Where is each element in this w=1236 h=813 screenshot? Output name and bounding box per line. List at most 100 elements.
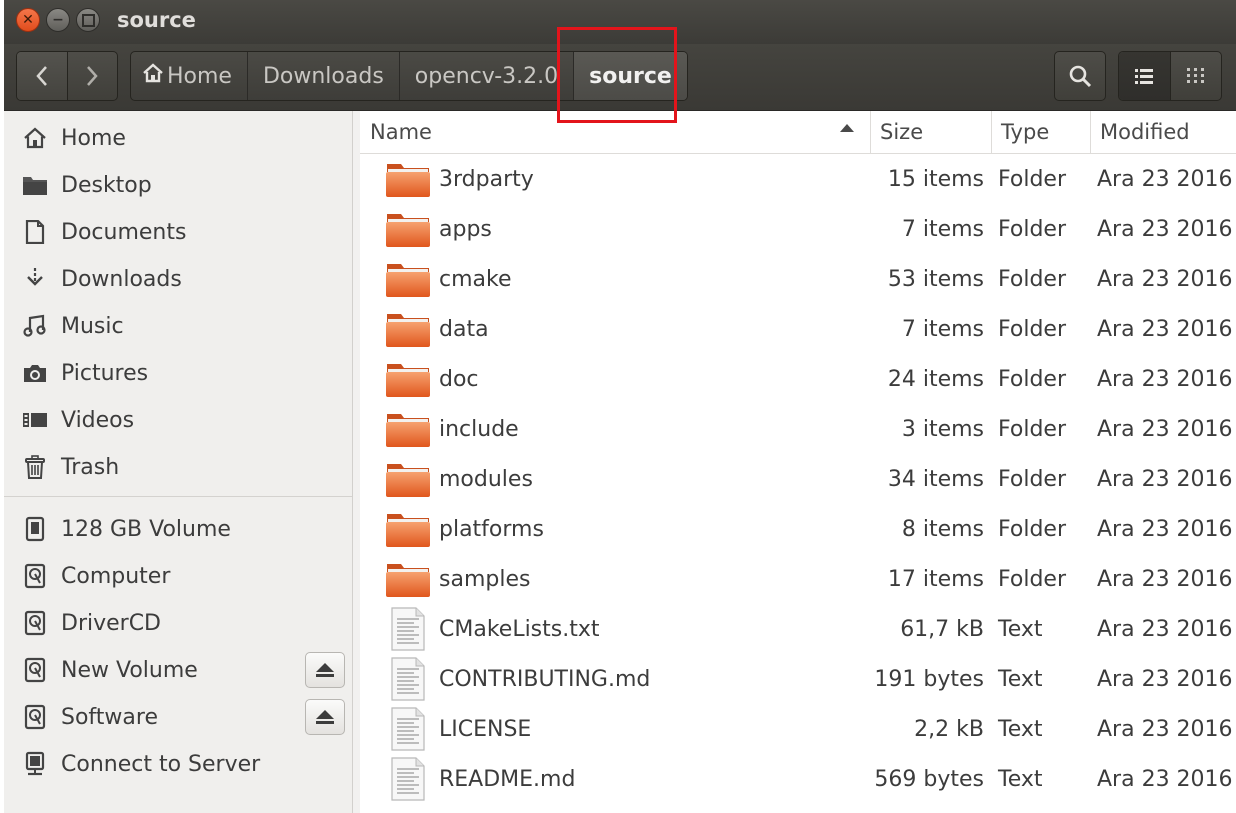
search-button[interactable] [1054, 51, 1106, 101]
trash-icon [20, 454, 50, 480]
column-name-header[interactable]: Name [360, 111, 864, 153]
sidebar-item-software[interactable]: Software [4, 697, 352, 737]
breadcrumb: Home Downloads opencv-3.2.0 source [130, 51, 688, 101]
file-type: Folder [998, 516, 1066, 542]
file-row-doc[interactable]: doc 24 items Folder Ara 23 2016 [360, 354, 1236, 404]
minimize-window-button[interactable]: − [46, 8, 70, 32]
file-row-contributing-md[interactable]: CONTRIBUTING.md 191 bytes Text Ara 23 2016 [360, 654, 1236, 704]
sidebar-item-home[interactable]: Home [4, 118, 352, 158]
file-name: data [439, 316, 489, 342]
column-size-label: Size [880, 120, 924, 144]
file-size: 24 items [887, 366, 984, 392]
sidebar-item-label: Pictures [61, 360, 149, 386]
file-row-samples[interactable]: samples 17 items Folder Ara 23 2016 [360, 554, 1236, 604]
file-type: Text [998, 666, 1043, 692]
folder-icon [384, 309, 432, 349]
maximize-icon [81, 13, 95, 27]
sidebar-item-label: Software [61, 704, 158, 730]
text-file-icon [384, 757, 432, 801]
sidebar-item-documents[interactable]: Documents [4, 212, 352, 252]
breadcrumb-home[interactable]: Home [131, 52, 248, 100]
sidebar-item-trash[interactable]: Trash [4, 447, 352, 487]
sidebar-item-new-volume[interactable]: New Volume [4, 650, 352, 690]
sidebar-item-label: New Volume [61, 657, 198, 683]
history-nav [16, 51, 118, 101]
file-name: README.md [439, 766, 576, 792]
grid-view-button[interactable] [1171, 52, 1222, 100]
folder-icon [384, 259, 432, 299]
folder-icon [384, 409, 432, 449]
file-manager-window: ✕ − source Home Downloads opencv-3.2.0 sour… [4, 0, 1236, 813]
column-type-header[interactable]: Type [991, 111, 1090, 153]
file-modified: Ara 23 2016 [1097, 266, 1233, 292]
sidebar-item-videos[interactable]: Videos [4, 400, 352, 440]
sidebar-item-label: Home [61, 125, 126, 151]
file-row-3rdparty[interactable]: 3rdparty 15 items Folder Ara 23 2016 [360, 154, 1236, 204]
search-icon [1069, 65, 1092, 88]
back-button[interactable] [17, 52, 68, 100]
sidebar-item-music[interactable]: Music [4, 306, 352, 346]
maximize-window-button[interactable] [76, 8, 100, 32]
folder-icon [384, 359, 432, 399]
file-name: LICENSE [439, 716, 532, 742]
sidebar-divider [4, 496, 352, 497]
sort-ascending-icon [840, 124, 854, 132]
file-list-view: Name Size Type Modified 3rdparty 15 items… [360, 111, 1236, 813]
list-view-icon [1135, 69, 1154, 84]
breadcrumb-opencv-3-2-0[interactable]: opencv-3.2.0 [400, 52, 575, 100]
file-name: doc [439, 366, 479, 392]
file-row-cmakelists-txt[interactable]: CMakeLists.txt 61,7 kB Text Ara 23 2016 [360, 604, 1236, 654]
sidebar-item-128-gb-volume[interactable]: 128 GB Volume [4, 509, 352, 549]
file-row-data[interactable]: data 7 items Folder Ara 23 2016 [360, 304, 1236, 354]
disk-icon [20, 610, 50, 636]
sidebar-item-connect-to-server[interactable]: Connect to Server [4, 744, 352, 784]
sidebar: Home Desktop Documents Downloads Music Pictur… [4, 111, 353, 813]
disk-icon [20, 704, 50, 730]
eject-button[interactable] [305, 699, 345, 735]
column-size-header[interactable]: Size [870, 111, 991, 153]
file-size: 191 bytes [874, 666, 984, 692]
file-size: 17 items [887, 566, 984, 592]
sidebar-item-label: Trash [61, 454, 120, 480]
title-bar[interactable]: ✕ − source [4, 0, 1236, 44]
sidebar-item-label: Desktop [61, 172, 152, 198]
eject-button[interactable] [305, 652, 345, 688]
view-toggle [1118, 51, 1222, 101]
list-view-button[interactable] [1119, 52, 1171, 100]
disk-icon [20, 563, 50, 589]
column-modified-header[interactable]: Modified [1090, 111, 1236, 153]
forward-button[interactable] [68, 52, 118, 100]
file-type: Folder [998, 216, 1066, 242]
file-row-platforms[interactable]: platforms 8 items Folder Ara 23 2016 [360, 504, 1236, 554]
file-row-modules[interactable]: modules 34 items Folder Ara 23 2016 [360, 454, 1236, 504]
file-modified: Ara 23 2016 [1097, 366, 1233, 392]
camera-icon [20, 362, 50, 384]
file-size: 53 items [887, 266, 984, 292]
sidebar-item-downloads[interactable]: Downloads [4, 259, 352, 299]
file-row-include[interactable]: include 3 items Folder Ara 23 2016 [360, 404, 1236, 454]
sidebar-item-computer[interactable]: Computer [4, 556, 352, 596]
sidebar-item-pictures[interactable]: Pictures [4, 353, 352, 393]
sidebar-item-desktop[interactable]: Desktop [4, 165, 352, 205]
sidebar-item-label: Documents [61, 219, 187, 245]
file-modified: Ara 23 2016 [1097, 666, 1233, 692]
breadcrumb-source[interactable]: source [574, 52, 687, 100]
file-size: 2,2 kB [914, 716, 984, 742]
home-icon [142, 63, 164, 89]
sidebar-item-label: Music [61, 313, 124, 339]
file-name: 3rdparty [439, 166, 534, 192]
file-row-apps[interactable]: apps 7 items Folder Ara 23 2016 [360, 204, 1236, 254]
chevron-right-icon [87, 66, 98, 86]
sidebar-item-drivercd[interactable]: DriverCD [4, 603, 352, 643]
breadcrumb-downloads[interactable]: Downloads [248, 52, 400, 100]
file-row-license[interactable]: LICENSE 2,2 kB Text Ara 23 2016 [360, 704, 1236, 754]
file-name: apps [439, 216, 492, 242]
file-row-cmake[interactable]: cmake 53 items Folder Ara 23 2016 [360, 254, 1236, 304]
grid-view-icon [1186, 68, 1204, 83]
file-modified: Ara 23 2016 [1097, 316, 1233, 342]
folder-icon [384, 459, 432, 499]
close-window-button[interactable]: ✕ [16, 8, 40, 32]
folder-icon [384, 159, 432, 199]
file-row-readme-md[interactable]: README.md 569 bytes Text Ara 23 2016 [360, 754, 1236, 804]
file-type: Folder [998, 466, 1066, 492]
